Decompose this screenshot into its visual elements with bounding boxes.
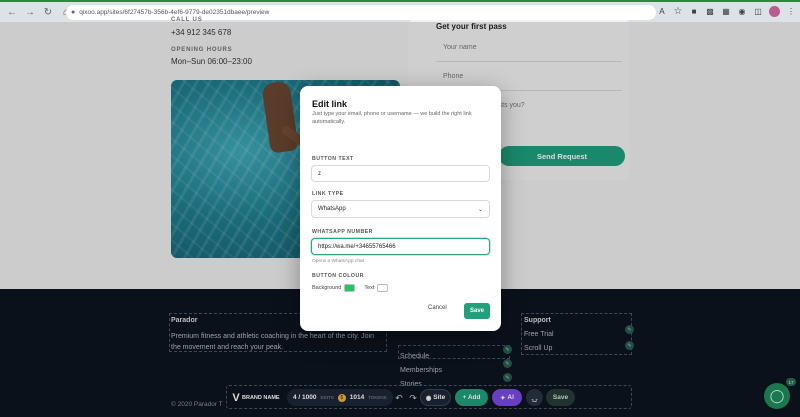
translate-icon[interactable]: Ａ [657, 7, 667, 17]
extensions-puzzle-icon[interactable]: ◉ [737, 7, 747, 17]
background-colour-swatch[interactable] [344, 284, 356, 292]
site-info-icon[interactable]: ● [71, 9, 75, 16]
whatsapp-number-input[interactable]: https://wa.me/+34655765466 [311, 238, 490, 255]
dialog-title: Edit link [312, 99, 348, 109]
browser-extensions: Ａ ☆ ■ ▩ ▦ ◉ ◫ ⋮ [657, 6, 796, 17]
forward-icon[interactable]: → [22, 4, 38, 20]
button-text-input[interactable]: z [311, 165, 490, 182]
address-bar[interactable]: ● qixoo.app/sites/6f27457b-356b-4ef6-977… [66, 5, 656, 20]
background-colour-label: Background [312, 285, 342, 291]
edit-link-dialog: Edit link Just type your email, phone or… [300, 86, 501, 331]
reload-icon[interactable]: ↻ [40, 4, 56, 20]
whatsapp-number-label: WHATSAPP NUMBER [312, 229, 373, 235]
extension-2-icon[interactable]: ▩ [705, 7, 715, 17]
link-type-value: WhatsApp [318, 206, 346, 212]
browser-toolbar: ← → ↻ ⌂ ● qixoo.app/sites/6f27457b-356b-… [0, 0, 800, 22]
link-type-select[interactable]: WhatsApp ⌄ [311, 200, 490, 218]
text-colour-label: Text [364, 285, 375, 291]
back-icon[interactable]: ← [4, 4, 20, 20]
extension-1-icon[interactable]: ■ [689, 7, 699, 17]
dialog-subtitle: Just type your email, phone or username … [312, 111, 472, 125]
chevron-down-icon: ⌄ [477, 206, 483, 213]
profile-avatar[interactable] [769, 6, 780, 17]
text-colour-swatch[interactable] [377, 284, 389, 292]
button-text-label: BUTTON TEXT [312, 156, 354, 162]
button-colour-label: BUTTON COLOUR [312, 273, 364, 279]
whatsapp-help-text: Opens a WhatsApp chat. [312, 259, 366, 264]
extension-3-icon[interactable]: ▦ [721, 7, 731, 17]
bookmark-star-icon[interactable]: ☆ [673, 6, 683, 17]
url-text: qixoo.app/sites/6f27457b-356b-4ef6-9779-… [79, 9, 270, 16]
save-button[interactable]: Save [464, 303, 490, 319]
link-type-label: LINK TYPE [312, 191, 344, 197]
browser-menu-icon[interactable]: ⋮ [786, 7, 796, 17]
cancel-button[interactable]: Cancel [428, 305, 447, 311]
sidebar-icon[interactable]: ◫ [753, 7, 763, 17]
colour-row: Background Text [312, 284, 394, 292]
